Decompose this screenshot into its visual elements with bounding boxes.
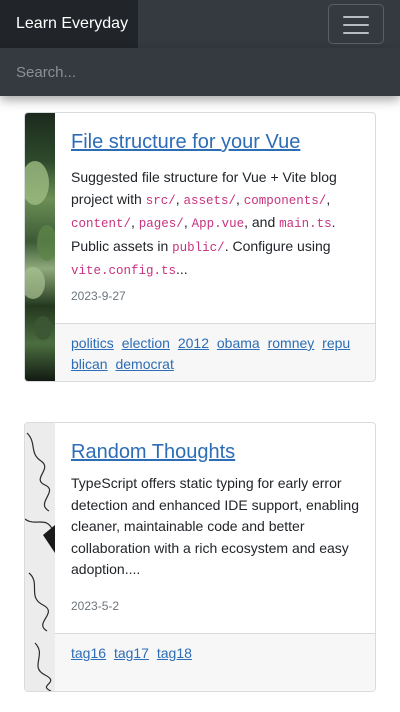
search-input[interactable] <box>0 48 400 96</box>
tag-link[interactable]: tag17 <box>114 645 149 661</box>
post-card-body: Random Thoughts TypeScript offers static… <box>55 423 375 635</box>
post-thumbnail-image[interactable] <box>25 113 55 381</box>
post-title-link[interactable]: File structure for your Vue <box>71 129 361 155</box>
tag-link[interactable]: tag18 <box>157 645 192 661</box>
post-excerpt: TypeScript offers static typing for earl… <box>71 475 359 577</box>
tag-link[interactable]: tag16 <box>71 645 106 661</box>
tag-link[interactable]: romney <box>268 335 315 351</box>
tag-link[interactable]: politics <box>71 335 114 351</box>
post-card: File structure for your Vue Suggested fi… <box>24 112 376 382</box>
top-navbar: Learn Everyday <box>0 0 400 48</box>
post-title-link[interactable]: Random Thoughts <box>71 439 361 465</box>
tag-link[interactable]: democrat <box>115 356 173 372</box>
tag-link[interactable]: repu <box>322 335 350 351</box>
search-bar <box>0 48 400 96</box>
post-tags: tag16 tag17 tag18 <box>55 633 375 691</box>
brand-logo-link[interactable]: Learn Everyday <box>0 0 138 48</box>
tag-link[interactable]: election <box>122 335 170 351</box>
post-thumbnail-image[interactable] <box>25 423 55 691</box>
post-excerpt: Suggested file structure for Vue + Vite … <box>71 169 337 278</box>
post-tags: politics election 2012 obama romney repu… <box>55 323 375 381</box>
tag-link[interactable]: 2012 <box>178 335 209 351</box>
post-date: 2023-5-2 <box>71 599 120 613</box>
post-date: 2023-9-27 <box>71 289 126 303</box>
post-card: Random Thoughts TypeScript offers static… <box>24 422 376 692</box>
navbar-toggle-button[interactable] <box>328 4 384 44</box>
post-card-body: File structure for your Vue Suggested fi… <box>55 113 375 325</box>
tag-link[interactable]: blican <box>71 356 108 372</box>
tag-link[interactable]: obama <box>217 335 260 351</box>
